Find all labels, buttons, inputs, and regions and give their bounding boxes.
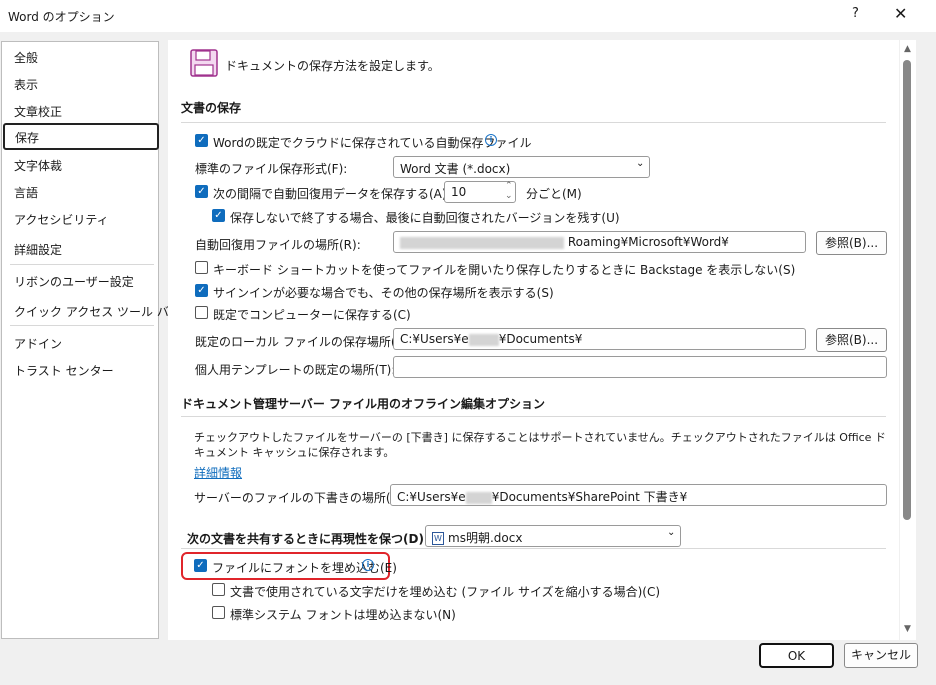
more-info-link[interactable]: 詳細情報	[194, 464, 242, 481]
fidelity-label: 次の文書を共有するときに再現性を保つ(D):	[187, 532, 429, 546]
sidebar-item-display[interactable]: 表示	[14, 76, 38, 93]
sidebar-item-trust-center[interactable]: トラスト センター	[14, 362, 114, 379]
chevron-down-icon: ⌄	[636, 158, 645, 169]
default-format-value: Word 文書 (*.docx)	[400, 162, 511, 176]
redacted-path	[468, 333, 499, 346]
keep-last-version-checkbox[interactable]: ✓	[212, 209, 225, 222]
backstage-checkbox[interactable]	[195, 261, 208, 274]
local-location-label: 既定のローカル ファイルの保存場所(I):	[195, 335, 408, 349]
sidebar-item-label: 保存	[15, 131, 40, 145]
local-location-suffix: ¥Documents¥	[498, 332, 583, 346]
sidebar-item-proofing[interactable]: 文章校正	[14, 103, 62, 120]
title-bar	[0, 0, 936, 32]
close-button[interactable]: ✕	[894, 4, 907, 23]
section-offline-header: ドキュメント管理サーバー ファイル用のオフライン編集オプション	[181, 397, 546, 411]
autorecover-location-value: Roaming¥Microsoft¥Word¥	[567, 235, 729, 249]
sidebar-item-save[interactable]: 保存	[3, 123, 159, 150]
show-locations-checkbox[interactable]: ✓	[195, 284, 208, 297]
sidebar-item-advanced[interactable]: 詳細設定	[14, 241, 62, 258]
spinner-arrows-icon[interactable]: ⌃ ⌄	[505, 181, 513, 201]
window-title: Word のオプション	[8, 10, 115, 24]
no-system-fonts-checkbox[interactable]	[212, 606, 225, 619]
offline-notice: チェックアウトしたファイルをサーバーの [下書き] に保存することはサポートされ…	[194, 431, 886, 459]
save-icon	[190, 49, 218, 80]
word-document-icon: W	[432, 532, 444, 545]
embed-fonts-checkbox[interactable]: ✓	[194, 559, 207, 572]
sidebar: 全般 表示 文章校正 保存 文字体裁 言語 アクセシビリティ 詳細設定 リボンの…	[1, 41, 181, 639]
autorecover-location-input[interactable]: Roaming¥Microsoft¥Word¥	[393, 231, 806, 253]
ok-button[interactable]: OK	[759, 643, 834, 668]
scrollbar-thumb[interactable]	[903, 60, 911, 520]
browse-local-button[interactable]: 参照(B)...	[816, 328, 887, 352]
chevron-down-icon: ⌄	[667, 527, 676, 538]
no-system-fonts-label: 標準システム フォントは埋め込まない(N)	[230, 608, 456, 622]
autosave-cloud-checkbox[interactable]: ✓	[195, 134, 208, 147]
autorecover-location-label: 自動回復用ファイルの場所(R):	[195, 238, 361, 252]
cancel-button[interactable]: キャンセル	[844, 643, 918, 668]
sidebar-item-general[interactable]: 全般	[14, 49, 38, 66]
autosave-cloud-label: Wordの既定でクラウドに保存されている自動保存ファイル	[213, 136, 532, 150]
sidebar-divider	[10, 264, 154, 265]
fidelity-document-value: ms明朝.docx	[448, 531, 523, 545]
scroll-down-icon[interactable]: ▼	[904, 624, 911, 634]
help-button[interactable]: ?	[852, 6, 859, 21]
local-location-prefix: C:¥Users¥e	[400, 332, 469, 346]
redacted-path	[465, 491, 492, 504]
drafts-location-input[interactable]: C:¥Users¥e ¥Documents¥SharePoint 下書き¥	[390, 484, 887, 506]
drafts-location-label: サーバーのファイルの下書きの場所(V):	[194, 491, 408, 505]
redacted-path	[400, 236, 564, 249]
default-format-select[interactable]: Word 文書 (*.docx)	[393, 156, 650, 178]
scroll-up-icon[interactable]: ▲	[904, 44, 911, 54]
intro-text: ドキュメントの保存方法を設定します。	[225, 59, 440, 73]
sidebar-item-language[interactable]: 言語	[14, 184, 38, 201]
autorecover-unit: 分ごと(M)	[526, 187, 582, 201]
embed-used-only-label: 文書で使用されている文字だけを埋め込む (ファイル サイズを縮小する場合)(C)	[230, 585, 661, 599]
sidebar-item-accessibility[interactable]: アクセシビリティ	[14, 211, 109, 228]
show-locations-label: サインインが必要な場合でも、その他の保存場所を表示する(S)	[213, 286, 554, 300]
local-location-input[interactable]: C:¥Users¥e ¥Documents¥	[393, 328, 806, 350]
section-divider	[181, 548, 886, 549]
template-location-input[interactable]	[393, 356, 887, 378]
sidebar-item-customize-ribbon[interactable]: リボンのユーザー設定	[14, 273, 134, 290]
drafts-location-prefix: C:¥Users¥e	[397, 490, 466, 504]
backstage-label: キーボード ショートカットを使ってファイルを開いたり保存したりするときに Bac…	[213, 263, 796, 277]
info-icon[interactable]: i	[362, 559, 374, 571]
autorecover-label: 次の間隔で自動回復用データを保存する(A):	[213, 187, 451, 201]
keep-last-version-label: 保存しないで終了する場合、最後に自動回復されたバージョンを残す(U)	[230, 211, 620, 225]
embed-used-only-checkbox[interactable]	[212, 583, 225, 596]
save-to-computer-checkbox[interactable]	[195, 306, 208, 319]
sidebar-divider	[10, 325, 154, 326]
browse-autorecover-button[interactable]: 参照(B)...	[816, 231, 887, 255]
sidebar-item-quick-access-toolbar[interactable]: クイック アクセス ツール バー	[14, 303, 181, 320]
autorecover-interval-value: 10	[451, 185, 467, 199]
section-divider	[181, 122, 886, 123]
sidebar-item-addins[interactable]: アドイン	[14, 335, 62, 352]
template-location-label: 個人用テンプレートの既定の場所(T):	[195, 363, 396, 377]
fidelity-document-select[interactable]: Wms明朝.docx	[425, 525, 681, 547]
autorecover-checkbox[interactable]: ✓	[195, 185, 208, 198]
default-format-label: 標準のファイル保存形式(F):	[195, 162, 348, 176]
section-save-header: 文書の保存	[181, 101, 242, 115]
save-to-computer-label: 既定でコンピューターに保存する(C)	[213, 308, 411, 322]
drafts-location-suffix: ¥Documents¥SharePoint 下書き¥	[491, 490, 688, 504]
info-icon[interactable]: i	[485, 134, 497, 146]
sidebar-item-typography[interactable]: 文字体裁	[14, 157, 62, 174]
section-divider	[181, 416, 886, 417]
